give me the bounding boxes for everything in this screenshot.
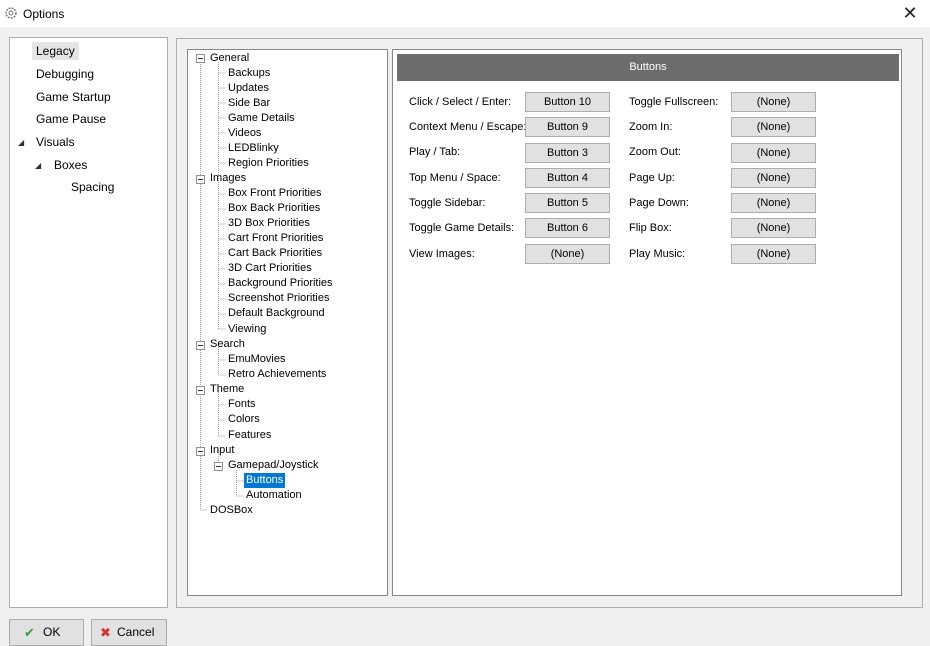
- collapse-toggle-icon[interactable]: [214, 462, 223, 471]
- tree-node-game-details[interactable]: Game Details: [228, 111, 295, 126]
- view-images-button[interactable]: (None): [525, 244, 610, 264]
- checkmark-icon: ✔: [24, 625, 35, 640]
- page-down-button[interactable]: (None): [731, 193, 816, 213]
- tree-node-buttons[interactable]: Buttons: [244, 473, 286, 488]
- field-label: Zoom In:: [629, 121, 673, 133]
- tree-node-gamepad-joystick[interactable]: Gamepad/Joystick: [228, 458, 318, 473]
- tree-node-default-background[interactable]: Default Background: [228, 306, 325, 321]
- nav-item-game-pause[interactable]: Game Pause: [36, 110, 106, 128]
- field-label: View Images:: [409, 248, 475, 260]
- close-icon: ✖: [100, 625, 111, 640]
- ok-button[interactable]: ✔ OK: [9, 619, 84, 646]
- tree-node-colors[interactable]: Colors: [228, 412, 260, 427]
- tree-node-fonts[interactable]: Fonts: [228, 397, 256, 412]
- top-menu-space-button[interactable]: Button 4: [525, 168, 610, 188]
- close-button[interactable]: ✕: [890, 0, 930, 27]
- collapse-toggle-icon[interactable]: [196, 386, 205, 395]
- nav-item-spacing[interactable]: Spacing: [71, 178, 114, 196]
- tree-node-features[interactable]: Features: [228, 428, 271, 443]
- collapse-toggle-icon[interactable]: [196, 175, 205, 184]
- tree-node-dosbox[interactable]: DOSBox: [210, 503, 253, 518]
- nav-item-legacy[interactable]: Legacy: [32, 42, 79, 60]
- settings-tree[interactable]: General Backups Updates Side Bar Game De…: [187, 49, 388, 596]
- tree-node-backups[interactable]: Backups: [228, 66, 270, 81]
- click-select-enter-button[interactable]: Button 10: [525, 92, 610, 112]
- tree-node-cart-front-priorities[interactable]: Cart Front Priorities: [228, 231, 323, 246]
- toggle-fullscreen-button[interactable]: (None): [731, 92, 816, 112]
- nav-item-boxes[interactable]: Boxes: [54, 156, 87, 174]
- tree-node-emumovies[interactable]: EmuMovies: [228, 352, 285, 367]
- field-label: Zoom Out:: [629, 146, 681, 158]
- ok-label: OK: [43, 625, 61, 639]
- play-tab-button[interactable]: Button 3: [525, 143, 610, 163]
- title-bar: Options ✕: [0, 0, 930, 27]
- tree-node-viewing[interactable]: Viewing: [228, 322, 266, 337]
- field-label: Play Music:: [629, 248, 686, 260]
- toggle-sidebar-button[interactable]: Button 5: [525, 193, 610, 213]
- window-title: Options: [23, 7, 65, 21]
- collapse-triangle-icon[interactable]: ◢: [18, 138, 24, 147]
- tree-node-videos[interactable]: Videos: [228, 126, 261, 141]
- cancel-button[interactable]: ✖ Cancel: [91, 619, 167, 646]
- field-label: Page Up:: [629, 172, 675, 184]
- tree-node-updates[interactable]: Updates: [228, 81, 269, 96]
- zoom-out-button[interactable]: (None): [731, 143, 816, 163]
- cancel-label: Cancel: [117, 625, 155, 639]
- collapse-toggle-icon[interactable]: [196, 54, 205, 63]
- page-up-button[interactable]: (None): [731, 168, 816, 188]
- tree-node-automation[interactable]: Automation: [246, 488, 302, 503]
- collapse-toggle-icon[interactable]: [196, 447, 205, 456]
- tree-node-search[interactable]: Search: [210, 337, 245, 352]
- field-label: Flip Box:: [629, 222, 672, 234]
- play-music-button[interactable]: (None): [731, 244, 816, 264]
- tree-node-region-priorities[interactable]: Region Priorities: [228, 156, 309, 171]
- field-label: Toggle Sidebar:: [409, 197, 486, 209]
- flip-box-button[interactable]: (None): [731, 218, 816, 238]
- nav-item-debugging[interactable]: Debugging: [36, 65, 94, 83]
- tree-node-box-back-priorities[interactable]: Box Back Priorities: [228, 201, 320, 216]
- nav-item-game-startup[interactable]: Game Startup: [36, 88, 111, 106]
- field-label: Top Menu / Space:: [409, 172, 501, 184]
- left-nav-panel: Legacy Debugging Game Startup Game Pause…: [9, 37, 168, 608]
- gear-icon: [5, 7, 17, 19]
- context-menu-escape-button[interactable]: Button 9: [525, 117, 610, 137]
- tree-node-retro-achievements[interactable]: Retro Achievements: [228, 367, 326, 382]
- tree-node-box-front-priorities[interactable]: Box Front Priorities: [228, 186, 322, 201]
- field-label: Play / Tab:: [409, 146, 461, 158]
- tree-node-background-priorities[interactable]: Background Priorities: [228, 276, 333, 291]
- section-header: Buttons: [397, 54, 899, 81]
- tree-node-3d-cart-priorities[interactable]: 3D Cart Priorities: [228, 261, 312, 276]
- field-label: Click / Select / Enter:: [409, 96, 512, 108]
- tree-node-ledblinky[interactable]: LEDBlinky: [228, 141, 279, 156]
- collapse-triangle-icon[interactable]: ◢: [35, 161, 41, 170]
- tree-node-side-bar[interactable]: Side Bar: [228, 96, 270, 111]
- nav-item-visuals[interactable]: Visuals: [36, 133, 74, 151]
- tree-node-input[interactable]: Input: [210, 443, 234, 458]
- tree-node-general[interactable]: General: [210, 51, 249, 66]
- field-label: Context Menu / Escape:: [409, 121, 527, 133]
- field-label: Toggle Fullscreen:: [629, 96, 719, 108]
- toggle-game-details-button[interactable]: Button 6: [525, 218, 610, 238]
- tree-node-screenshot-priorities[interactable]: Screenshot Priorities: [228, 291, 330, 306]
- tree-node-cart-back-priorities[interactable]: Cart Back Priorities: [228, 246, 322, 261]
- field-label: Page Down:: [629, 197, 689, 209]
- field-label: Toggle Game Details:: [409, 222, 515, 234]
- tree-node-theme[interactable]: Theme: [210, 382, 244, 397]
- close-icon: ✕: [902, 3, 918, 23]
- tree-node-images[interactable]: Images: [210, 171, 246, 186]
- tree-node-3d-box-priorities[interactable]: 3D Box Priorities: [228, 216, 310, 231]
- collapse-toggle-icon[interactable]: [196, 341, 205, 350]
- zoom-in-button[interactable]: (None): [731, 117, 816, 137]
- buttons-settings-panel: Buttons Click / Select / Enter: Button 1…: [392, 49, 902, 596]
